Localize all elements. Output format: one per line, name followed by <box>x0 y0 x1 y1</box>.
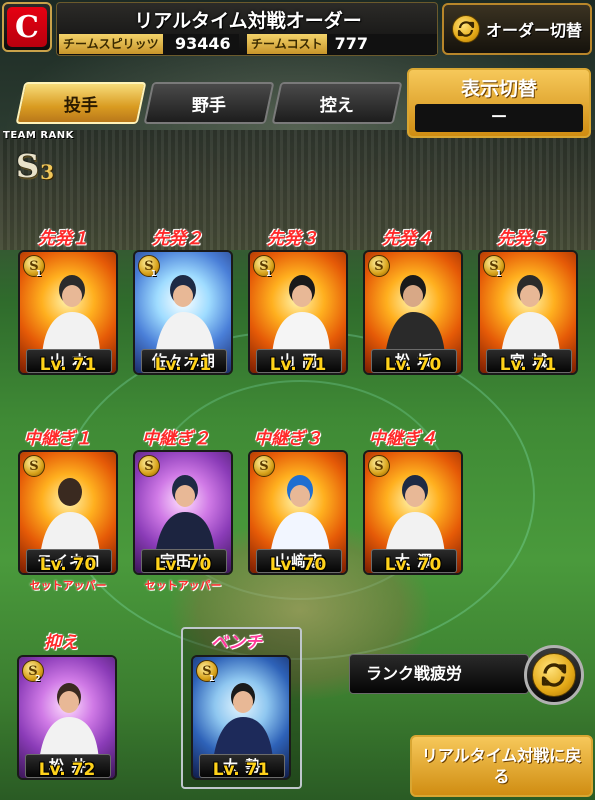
starter-5-level: Lv. 71 <box>499 355 557 375</box>
player-portrait <box>155 475 215 556</box>
tab-reserve[interactable]: 控え <box>271 82 403 124</box>
starter-2-level: Lv. 71 <box>154 355 212 375</box>
order-switch-button[interactable]: オーダー切替 <box>442 3 592 55</box>
reliever-3-level: Lv. 70 <box>269 555 327 575</box>
rarity-s-badge-num: 1 <box>151 269 157 278</box>
team-logo-letter: C <box>7 7 47 47</box>
tab-fielder-label: 野手 <box>192 95 226 116</box>
team-cost-label: チームコスト <box>247 34 327 54</box>
team-rank-digit: 3 <box>40 160 55 184</box>
reliever-4-level: Lv. 70 <box>384 555 442 575</box>
bench-level: Lv. 71 <box>212 760 270 780</box>
tab-pitcher-label: 投手 <box>64 95 98 116</box>
player-portrait <box>155 275 215 356</box>
reliever-1-role: セットアッパー <box>29 579 107 592</box>
header-bar: リアルタイム対戦オーダー チームスピリッツ 93446 チームコスト 777 <box>56 2 438 56</box>
rank-fatigue-toggle-button[interactable] <box>524 645 584 705</box>
player-portrait <box>501 275 560 356</box>
team-spirit-value: 93446 <box>162 34 239 54</box>
rarity-s-badge: S <box>368 455 390 477</box>
reliever-3-position: 中継ぎ３ <box>254 429 322 449</box>
rarity-s-badge: S <box>253 455 275 477</box>
team-cost-stat: チームコスト 777 <box>247 34 437 54</box>
bench-position: ベンチ <box>211 633 262 653</box>
cycle-icon <box>532 653 576 697</box>
starter-5-position: 先発５ <box>497 229 548 249</box>
rarity-s-badge-num: 2 <box>35 674 41 683</box>
starter-3-level: Lv. 71 <box>269 355 327 375</box>
reliever-2-role: セットアッパー <box>144 579 222 592</box>
reliever-1-level: Lv. 70 <box>39 555 97 575</box>
player-portrait <box>42 275 100 356</box>
starter-3-position: 先発３ <box>267 229 318 249</box>
rarity-s-badge-num: 1 <box>266 269 272 278</box>
reliever-2-level: Lv. 70 <box>154 555 212 575</box>
display-switch-value: － <box>415 104 583 132</box>
team-spirit-stat: チームスピリッツ 93446 <box>59 34 239 54</box>
back-to-realtime-battle-label: リアルタイム対戦に戻る <box>421 746 582 786</box>
player-portrait <box>385 475 445 556</box>
player-portrait <box>40 478 100 556</box>
reliever-2-position: 中継ぎ２ <box>142 429 210 449</box>
page-title: リアルタイム対戦オーダー <box>134 10 362 32</box>
starter-4-position: 先発４ <box>382 229 433 249</box>
team-rank-letter: S <box>16 147 40 185</box>
rank-fatigue-label: ランク戦疲労 <box>366 664 463 683</box>
rank-fatigue-label-box: ランク戦疲労 <box>349 654 529 694</box>
order-switch-label: オーダー切替 <box>486 21 583 40</box>
player-portrait <box>39 683 99 761</box>
team-cost-value: 777 <box>326 34 437 54</box>
tab-reserve-label: 控え <box>320 95 354 116</box>
rarity-s-badge-num: 1 <box>496 269 502 278</box>
starter-4-level: Lv. 70 <box>384 355 442 375</box>
rarity-s-badge: S <box>23 455 45 477</box>
player-portrait <box>213 683 273 761</box>
starter-1-level: Lv. 71 <box>39 355 97 375</box>
player-portrait <box>270 475 330 556</box>
reliever-1-position: 中継ぎ１ <box>24 429 92 449</box>
team-spirit-label: チームスピリッツ <box>59 34 163 54</box>
tab-fielder[interactable]: 野手 <box>143 82 275 124</box>
display-switch-title: 表示切替 <box>460 78 537 100</box>
starter-2-position: 先発２ <box>152 229 203 249</box>
player-portrait <box>385 275 445 356</box>
cycle-icon <box>452 15 480 43</box>
starter-1-position: 先発１ <box>38 229 89 249</box>
closer-level: Lv. 72 <box>38 760 96 780</box>
closer-position: 抑え <box>44 633 78 653</box>
team-rank-badge: S 3 <box>16 144 68 182</box>
back-to-realtime-battle-button[interactable]: リアルタイム対戦に戻る <box>410 735 593 797</box>
rarity-s-badge-num: 1 <box>36 269 42 278</box>
player-portrait <box>272 275 330 356</box>
reliever-4-position: 中継ぎ４ <box>369 429 437 449</box>
rarity-s-badge: S <box>138 455 160 477</box>
tab-pitcher[interactable]: 投手 <box>15 82 147 124</box>
rarity-s-badge-num: 1 <box>209 674 215 683</box>
team-rank-label: TEAM RANK <box>3 130 74 141</box>
display-switch-button[interactable]: 表示切替 － <box>407 68 591 138</box>
rarity-s-badge: S <box>368 255 390 277</box>
team-logo: C <box>2 2 52 52</box>
